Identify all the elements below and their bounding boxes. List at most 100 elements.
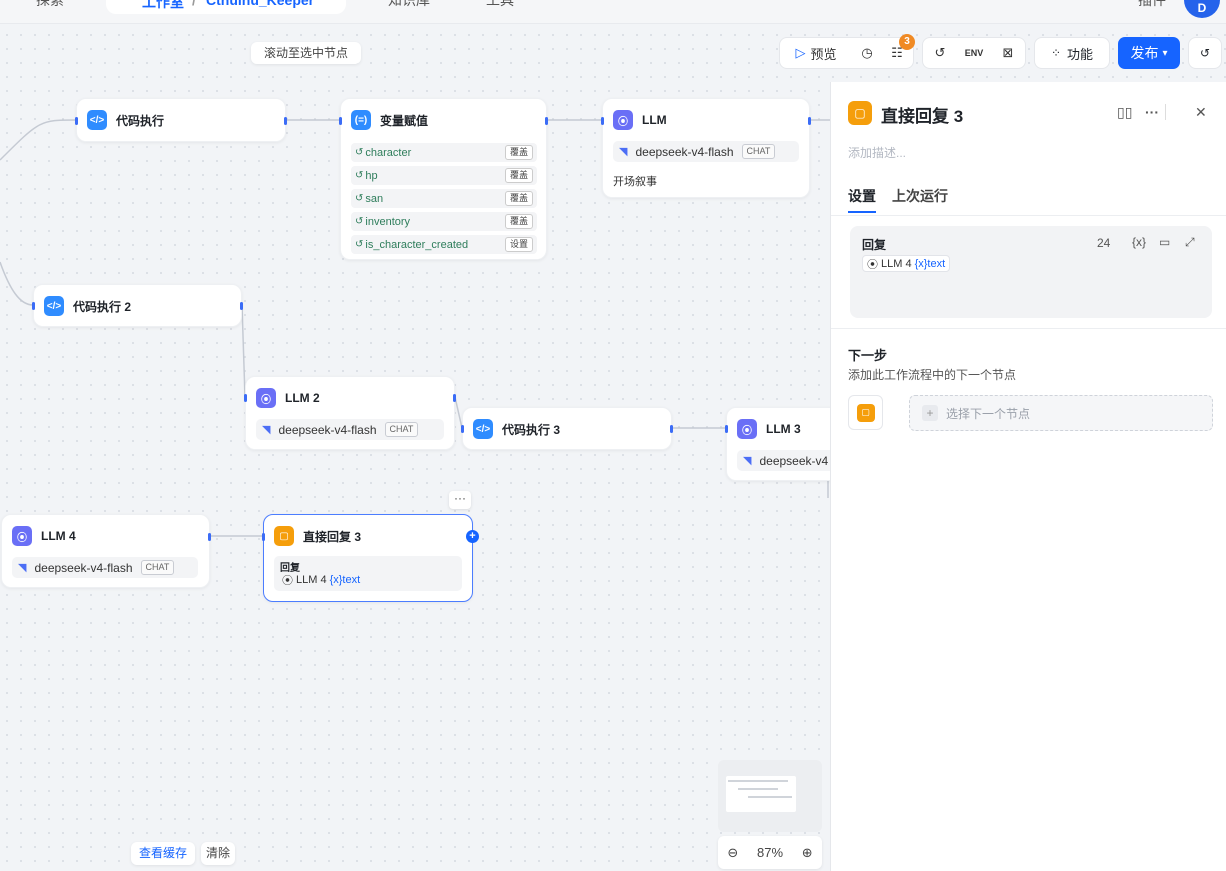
model-name: deepseek-v4-flash bbox=[34, 560, 133, 575]
model-selector[interactable]: ◥ deepseek-v4-flash CHAT bbox=[613, 141, 799, 162]
node-title: LLM 4 bbox=[41, 529, 76, 543]
variable-ref-icon: ↺ bbox=[355, 170, 364, 181]
clear-button[interactable]: 清除 bbox=[201, 842, 235, 865]
minimap-node bbox=[748, 796, 792, 798]
op-button[interactable]: 覆盖 bbox=[504, 145, 533, 160]
reply-icon: ▢ bbox=[856, 403, 875, 422]
insert-variable-icon[interactable]: {x} bbox=[1132, 235, 1146, 249]
variables-toolbar: ↺ ENV ⊠ bbox=[922, 37, 1026, 69]
var-name: hp bbox=[365, 169, 378, 182]
node-title: 代码执行 bbox=[116, 113, 165, 128]
expand-icon[interactable]: ⤢ bbox=[1185, 235, 1195, 250]
llm-icon: ⦿ bbox=[12, 526, 32, 546]
assign-row[interactable]: ↺ is_character_created 设置 bbox=[351, 235, 537, 254]
input-port[interactable] bbox=[75, 117, 78, 125]
assign-row[interactable]: ↺ san 覆盖 bbox=[351, 189, 537, 208]
output-port[interactable] bbox=[240, 302, 243, 310]
zoom-in-icon[interactable]: ⊕ bbox=[802, 845, 813, 861]
next-step-subtitle: 添加此工作流程中的下一个节点 bbox=[848, 368, 1017, 382]
deepseek-icon: ◥ bbox=[743, 455, 752, 467]
output-port[interactable] bbox=[545, 117, 548, 125]
global-vars-button[interactable]: ⊠ bbox=[991, 37, 1025, 69]
output-port[interactable] bbox=[284, 117, 287, 125]
model-name: deepseek-v4 bbox=[759, 453, 829, 468]
var-name: is_character_created bbox=[365, 238, 469, 251]
input-port[interactable] bbox=[32, 302, 35, 310]
op-button[interactable]: 覆盖 bbox=[504, 168, 533, 183]
clipboard-icon[interactable]: ▭ bbox=[1159, 235, 1170, 249]
assign-row[interactable]: ↺ character 覆盖 bbox=[351, 143, 537, 162]
variable-ref-icon: ↺ bbox=[355, 239, 364, 250]
llm-icon: ⦿ bbox=[867, 258, 878, 271]
node-direct-reply-3[interactable]: ▢ 直接回复 3 回复 ⦿ LLM 4 {x}text + bbox=[262, 514, 479, 602]
node-llm-2[interactable]: ⦿ LLM 2 ◥ deepseek-v4-flash CHAT bbox=[244, 376, 456, 450]
view-cache-button[interactable]: 查看缓存 bbox=[131, 842, 195, 865]
minimap[interactable] bbox=[718, 760, 822, 832]
node-more-button[interactable]: ··· bbox=[449, 491, 471, 509]
select-next-node-label: 选择下一个节点 bbox=[946, 406, 1031, 421]
output-port[interactable] bbox=[670, 425, 673, 433]
tab-last-run[interactable]: 上次运行 bbox=[892, 186, 948, 206]
variable-reference: ⦿ LLM 4 {x}text bbox=[278, 571, 364, 588]
panel-title[interactable]: 直接回复 3 bbox=[881, 102, 963, 127]
ref-node: LLM 4 bbox=[296, 573, 327, 586]
deepseek-icon: ◥ bbox=[619, 146, 628, 158]
op-button[interactable]: 设置 bbox=[504, 237, 533, 252]
variable-reference[interactable]: ⦿ LLM 4 {x}text bbox=[862, 255, 951, 272]
add-next-node-button[interactable]: + bbox=[466, 530, 479, 543]
output-port[interactable] bbox=[208, 533, 211, 541]
node-code-exec[interactable]: </> 代码执行 bbox=[75, 98, 287, 142]
version-history-button[interactable]: ↺ bbox=[1188, 37, 1222, 69]
input-port[interactable] bbox=[601, 117, 604, 125]
model-selector[interactable]: ◥ deepseek-v4-flash CHAT bbox=[12, 557, 198, 578]
zoom-level[interactable]: 87% bbox=[757, 845, 783, 860]
node-code-exec-3[interactable]: </> 代码执行 3 bbox=[461, 407, 673, 450]
divider bbox=[831, 328, 1226, 329]
variable-ref-icon: ↺ bbox=[355, 193, 364, 204]
deepseek-icon: ◥ bbox=[262, 424, 271, 436]
node-variable-assign[interactable]: (=) 变量赋值 ↺ character 覆盖 ↺ hp 覆盖 ↺ san 覆盖 ↺ inve… bbox=[339, 98, 548, 260]
publish-button[interactable]: 发布 ▾ bbox=[1118, 37, 1180, 69]
more-options-icon[interactable]: ··· bbox=[1145, 104, 1159, 120]
minimap-node bbox=[738, 788, 778, 790]
preview-button[interactable]: ▷ 预览 bbox=[780, 37, 852, 69]
help-doc-icon[interactable]: ▯▯ bbox=[1117, 104, 1132, 121]
code-icon: </> bbox=[44, 296, 64, 316]
input-port[interactable] bbox=[244, 394, 247, 402]
assign-row[interactable]: ↺ hp 覆盖 bbox=[351, 166, 537, 185]
output-port[interactable] bbox=[808, 117, 811, 125]
close-icon[interactable]: ✕ bbox=[1195, 104, 1207, 121]
preview-toolbar: ▷ 预览 ◷ ☷ bbox=[779, 37, 914, 69]
node-llm-4[interactable]: ⦿ LLM 4 ◥ deepseek-v4-flash CHAT bbox=[1, 514, 211, 588]
var-name: inventory bbox=[365, 215, 411, 228]
description-input[interactable]: 添加描述... bbox=[848, 144, 906, 161]
conversation-vars-button[interactable]: ↺ bbox=[923, 37, 957, 69]
zoom-out-icon[interactable]: ⊖ bbox=[727, 845, 738, 861]
select-next-node-button[interactable]: + 选择下一个节点 bbox=[909, 395, 1213, 431]
play-icon: ▷ bbox=[795, 45, 806, 60]
op-button[interactable]: 覆盖 bbox=[504, 214, 533, 229]
scroll-to-selected-button[interactable]: 滚动至选中节点 bbox=[251, 42, 361, 64]
mode-tag: CHAT bbox=[140, 560, 175, 575]
node-llm[interactable]: ⦿ LLM ◥ deepseek-v4-flash CHAT 开场叙事 bbox=[601, 98, 811, 198]
llm-icon: ⦿ bbox=[282, 574, 293, 587]
env-icon: ENV bbox=[964, 48, 984, 58]
env-vars-button[interactable]: ENV bbox=[957, 37, 991, 69]
history-icon: ↺ bbox=[1199, 46, 1211, 60]
input-port[interactable] bbox=[461, 425, 464, 433]
output-port[interactable] bbox=[453, 394, 456, 402]
reply-editor[interactable]: 回复 24 {x} ▭ ⤢ ⦿ LLM 4 {x}text bbox=[850, 226, 1212, 318]
op-button[interactable]: 覆盖 bbox=[504, 191, 533, 206]
run-history-button[interactable]: ◷ bbox=[852, 37, 882, 69]
active-tab-indicator bbox=[848, 211, 876, 213]
input-port[interactable] bbox=[262, 533, 265, 541]
features-button[interactable]: ⁘ 功能 bbox=[1034, 37, 1110, 69]
reply-icon: ▢ bbox=[274, 526, 294, 546]
tab-settings[interactable]: 设置 bbox=[848, 186, 876, 206]
node-code-exec-2[interactable]: </> 代码执行 2 bbox=[32, 284, 243, 327]
input-port[interactable] bbox=[339, 117, 342, 125]
assign-row[interactable]: ↺ inventory 覆盖 bbox=[351, 212, 537, 231]
variable-x-icon: ⊠ bbox=[1002, 45, 1014, 60]
input-port[interactable] bbox=[725, 425, 728, 433]
model-selector[interactable]: ◥ deepseek-v4-flash CHAT bbox=[256, 419, 444, 440]
